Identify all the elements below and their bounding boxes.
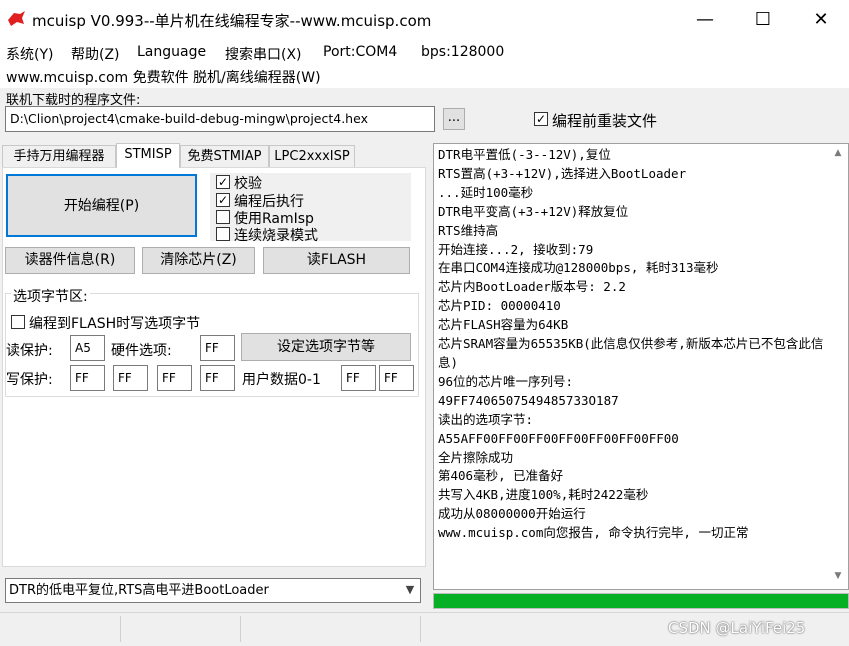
menu-help[interactable]: 帮助(Z) xyxy=(71,44,120,64)
maximize-button[interactable]: ☐ xyxy=(734,0,792,40)
tab-free-stmiap[interactable]: 免费STMIAP xyxy=(180,145,269,167)
start-programming-button[interactable]: 开始编程(P) xyxy=(6,174,197,237)
status-separator xyxy=(420,616,421,642)
write-protect-field-2[interactable]: FF xyxy=(157,365,192,391)
reload-file-checkbox[interactable]: ✓ xyxy=(534,112,548,126)
verify-checkbox[interactable]: ✓ xyxy=(216,175,230,189)
chevron-down-icon[interactable]: ▼ xyxy=(400,578,420,603)
write-protect-field-3[interactable]: FF xyxy=(200,365,235,391)
write-option-bytes-label: 编程到FLASH时写选项字节 xyxy=(29,316,201,332)
tab-lpc2xxxisp[interactable]: LPC2xxxISP xyxy=(269,145,355,167)
read-protect-label: 读保护: xyxy=(6,343,53,359)
browse-button[interactable]: ... xyxy=(443,108,465,130)
progress-fill xyxy=(434,594,848,608)
tab-stmisp[interactable]: STMISP xyxy=(116,143,180,168)
menu-language[interactable]: Language xyxy=(137,44,206,60)
write-protect-field-0[interactable]: FF xyxy=(70,365,105,391)
write-protect-label: 写保护: xyxy=(6,372,53,388)
window-title: mcuisp V0.993--单片机在线编程专家--www.mcuisp.com xyxy=(32,12,432,30)
status-separator xyxy=(240,616,241,642)
user-data-label: 用户数据0-1 xyxy=(242,372,321,388)
watermark: CSDN @LaiYiFei25 xyxy=(668,619,806,637)
read-protect-field[interactable]: A5 xyxy=(70,335,105,361)
offline-programmer-menu[interactable]: www.mcuisp.com 免费软件 脱机/离线编程器(W) xyxy=(6,67,321,87)
tab-handheld-programmer[interactable]: 手持万用编程器 xyxy=(2,145,116,167)
hardware-option-label: 硬件选项: xyxy=(111,343,172,359)
write-protect-field-1[interactable]: FF xyxy=(113,365,148,391)
write-option-bytes-checkbox[interactable] xyxy=(11,315,25,329)
continuous-burn-checkbox[interactable] xyxy=(216,227,230,241)
verify-label: 校验 xyxy=(234,176,262,192)
app-logo-icon xyxy=(8,11,25,26)
menu-port[interactable]: Port:COM4 xyxy=(323,44,397,60)
user-data-field-1[interactable]: FF xyxy=(379,365,414,391)
erase-chip-button[interactable]: 清除芯片(Z) xyxy=(142,247,255,274)
user-data-field-0[interactable]: FF xyxy=(341,365,376,391)
minimize-button[interactable]: — xyxy=(676,0,734,40)
scroll-up-icon[interactable]: ▲ xyxy=(831,148,845,162)
menu-system[interactable]: 系统(Y) xyxy=(6,44,53,64)
continuous-burn-label: 连续烧录模式 xyxy=(234,228,318,244)
set-option-bytes-button[interactable]: 设定选项字节等 xyxy=(241,333,411,361)
option-bytes-title: 选项字节区: xyxy=(11,286,90,306)
menu-search-port[interactable]: 搜索串口(X) xyxy=(225,44,302,64)
use-ramisp-checkbox[interactable] xyxy=(216,210,230,224)
hardware-option-field[interactable]: FF xyxy=(200,335,235,361)
read-device-info-button[interactable]: 读器件信息(R) xyxy=(5,247,135,274)
program-file-path-input[interactable]: D:\Clion\project4\cmake-build-debug-ming… xyxy=(5,106,435,132)
status-separator xyxy=(120,616,121,642)
read-flash-button[interactable]: 读FLASH xyxy=(263,247,410,274)
log-text: DTR电平置低(-3--12V),复位 RTS置高(+3-+12V),选择进入B… xyxy=(438,147,824,541)
reset-mode-select[interactable]: DTR的低电平复位,RTS高电平进BootLoader xyxy=(5,578,421,603)
reload-file-label: 编程前重装文件 xyxy=(552,112,658,130)
run-after-program-checkbox[interactable]: ✓ xyxy=(216,193,230,207)
close-button[interactable]: ✕ xyxy=(792,0,849,40)
menu-bps[interactable]: bps:128000 xyxy=(421,44,504,60)
scroll-down-icon[interactable]: ▼ xyxy=(831,571,845,585)
